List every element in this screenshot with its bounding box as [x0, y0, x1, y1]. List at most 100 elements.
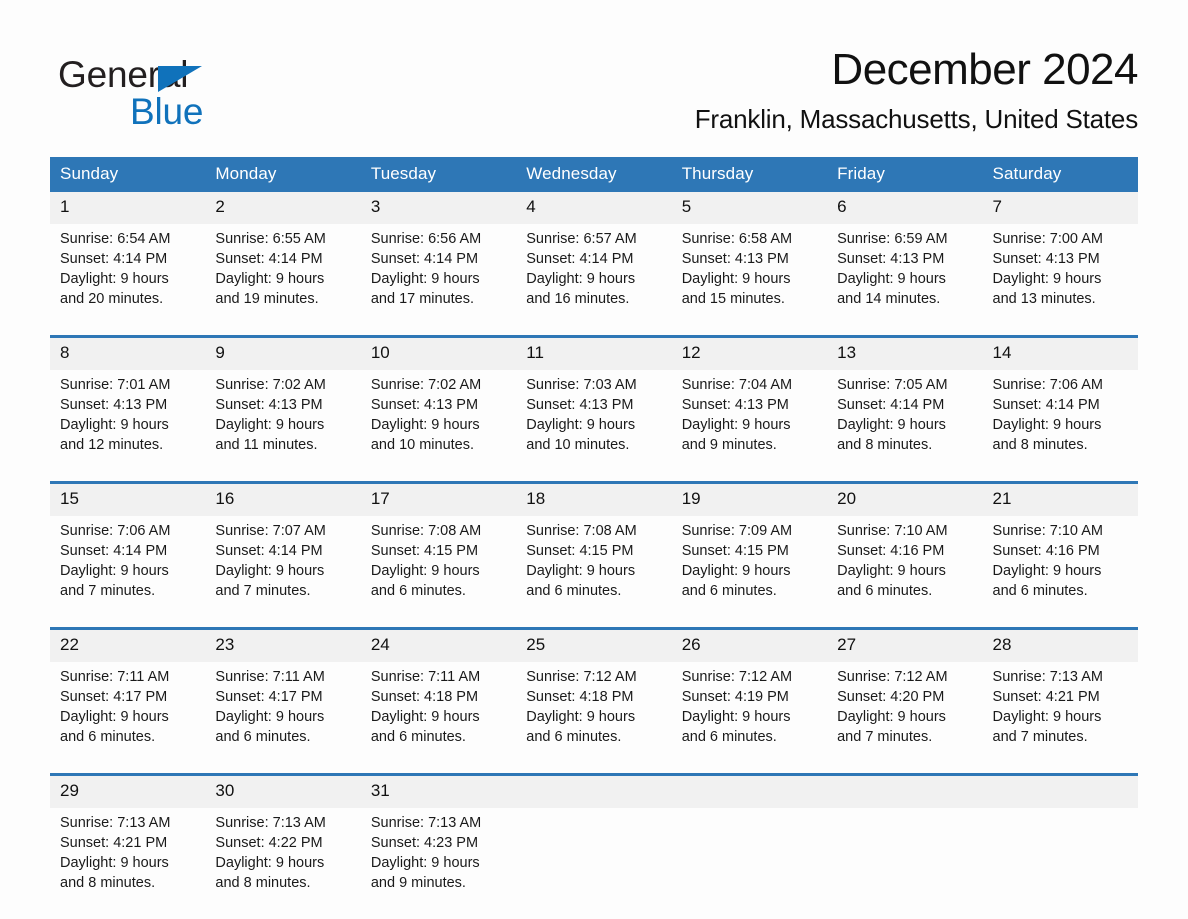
- daylight-text-line2: and 6 minutes.: [992, 583, 1088, 599]
- day-cell[interactable]: Sunrise: 7:12 AM Sunset: 4:18 PM Dayligh…: [516, 662, 672, 775]
- day-number[interactable]: 30: [205, 773, 361, 808]
- day-cell[interactable]: Sunrise: 6:54 AM Sunset: 4:14 PM Dayligh…: [50, 224, 206, 337]
- day-cell[interactable]: Sunrise: 6:58 AM Sunset: 4:13 PM Dayligh…: [671, 224, 828, 337]
- daylight-text-line2: and 6 minutes.: [837, 583, 933, 599]
- page-title: December 2024: [831, 45, 1138, 94]
- day-cell[interactable]: Sunrise: 7:09 AM Sunset: 4:15 PM Dayligh…: [671, 516, 828, 629]
- day-cell[interactable]: Sunrise: 7:11 AM Sunset: 4:17 PM Dayligh…: [50, 662, 206, 775]
- day-cell[interactable]: Sunrise: 7:11 AM Sunset: 4:17 PM Dayligh…: [205, 662, 361, 775]
- day-number-empty: [516, 773, 672, 808]
- sunset-text: Sunset: 4:17 PM: [215, 689, 323, 705]
- day-number[interactable]: 28: [982, 627, 1138, 662]
- day-cell[interactable]: Sunrise: 6:59 AM Sunset: 4:13 PM Dayligh…: [827, 224, 983, 337]
- day-cell[interactable]: Sunrise: 7:12 AM Sunset: 4:19 PM Dayligh…: [671, 662, 828, 775]
- day-number[interactable]: 15: [50, 481, 206, 516]
- daylight-text-line2: and 6 minutes.: [60, 729, 156, 745]
- sunrise-text: Sunrise: 6:56 AM: [370, 231, 482, 247]
- day-number[interactable]: 24: [360, 627, 517, 662]
- day-cell[interactable]: Sunrise: 6:57 AM Sunset: 4:14 PM Dayligh…: [516, 224, 672, 337]
- sunrise-text: Sunrise: 7:05 AM: [837, 377, 948, 393]
- day-cell-empty: [982, 808, 1138, 919]
- day-cell[interactable]: Sunrise: 7:02 AM Sunset: 4:13 PM Dayligh…: [360, 370, 517, 483]
- week-5-detail-row: Sunrise: 7:13 AM Sunset: 4:21 PM Dayligh…: [50, 808, 1138, 919]
- sunrise-text: Sunrise: 6:54 AM: [60, 231, 171, 247]
- generalblue-logo[interactable]: General Blue: [58, 54, 308, 134]
- day-number[interactable]: 2: [205, 192, 361, 224]
- sunrise-text: Sunrise: 6:55 AM: [215, 231, 326, 247]
- day-cell[interactable]: Sunrise: 7:04 AM Sunset: 4:13 PM Dayligh…: [671, 370, 828, 483]
- day-number[interactable]: 17: [360, 481, 517, 516]
- day-cell[interactable]: Sunrise: 7:00 AM Sunset: 4:13 PM Dayligh…: [982, 224, 1138, 337]
- day-number[interactable]: 23: [205, 627, 361, 662]
- day-cell[interactable]: Sunrise: 7:13 AM Sunset: 4:21 PM Dayligh…: [50, 808, 206, 919]
- day-number[interactable]: 13: [827, 335, 983, 370]
- day-cell-empty: [671, 808, 828, 919]
- sunset-text: Sunset: 4:19 PM: [681, 689, 789, 705]
- sunset-text: Sunset: 4:21 PM: [60, 835, 168, 851]
- day-cell[interactable]: Sunrise: 7:11 AM Sunset: 4:18 PM Dayligh…: [360, 662, 517, 775]
- day-cell[interactable]: Sunrise: 7:12 AM Sunset: 4:20 PM Dayligh…: [827, 662, 983, 775]
- day-cell[interactable]: Sunrise: 7:02 AM Sunset: 4:13 PM Dayligh…: [205, 370, 361, 483]
- day-cell[interactable]: Sunrise: 7:10 AM Sunset: 4:16 PM Dayligh…: [827, 516, 983, 629]
- day-cell[interactable]: Sunrise: 7:08 AM Sunset: 4:15 PM Dayligh…: [516, 516, 672, 629]
- day-number[interactable]: 21: [982, 481, 1138, 516]
- day-number[interactable]: 10: [360, 335, 517, 370]
- day-number[interactable]: 18: [516, 481, 672, 516]
- day-number[interactable]: 22: [50, 627, 206, 662]
- day-number[interactable]: 20: [827, 481, 983, 516]
- day-number[interactable]: 7: [982, 192, 1138, 224]
- day-cell[interactable]: Sunrise: 7:13 AM Sunset: 4:23 PM Dayligh…: [360, 808, 517, 919]
- day-number[interactable]: 16: [205, 481, 361, 516]
- daylight-text-line2: and 10 minutes.: [370, 437, 475, 453]
- daylight-text-line1: Daylight: 9 hours: [992, 709, 1102, 725]
- day-number[interactable]: 19: [671, 481, 828, 516]
- day-cell[interactable]: Sunrise: 7:01 AM Sunset: 4:13 PM Dayligh…: [50, 370, 206, 483]
- day-cell[interactable]: Sunrise: 6:56 AM Sunset: 4:14 PM Dayligh…: [360, 224, 517, 337]
- day-cell[interactable]: Sunrise: 7:08 AM Sunset: 4:15 PM Dayligh…: [360, 516, 517, 629]
- weekday-header-saturday: Saturday: [982, 157, 1138, 192]
- sunrise-text: Sunrise: 7:09 AM: [681, 523, 793, 539]
- sunset-text: Sunset: 4:13 PM: [215, 397, 323, 413]
- title-block: December 2024 Franklin, Massachusetts, U…: [378, 44, 1139, 136]
- day-number[interactable]: 11: [516, 335, 672, 370]
- day-cell[interactable]: Sunrise: 7:07 AM Sunset: 4:14 PM Dayligh…: [205, 516, 361, 629]
- day-number[interactable]: 31: [360, 773, 517, 808]
- week-2-detail-row: Sunrise: 7:01 AM Sunset: 4:13 PM Dayligh…: [50, 370, 1138, 483]
- day-number[interactable]: 3: [360, 192, 517, 224]
- sunrise-text: Sunrise: 7:00 AM: [992, 231, 1103, 247]
- day-cell[interactable]: Sunrise: 7:06 AM Sunset: 4:14 PM Dayligh…: [982, 370, 1138, 483]
- day-number[interactable]: 4: [516, 192, 672, 224]
- day-cell[interactable]: Sunrise: 7:05 AM Sunset: 4:14 PM Dayligh…: [827, 370, 983, 483]
- sunset-text: Sunset: 4:23 PM: [370, 835, 479, 851]
- sunrise-text: Sunrise: 7:06 AM: [992, 377, 1103, 393]
- weekday-header-friday: Friday: [827, 157, 983, 192]
- week-1-detail-row: Sunrise: 6:54 AM Sunset: 4:14 PM Dayligh…: [50, 224, 1138, 337]
- day-number[interactable]: 14: [982, 335, 1138, 370]
- day-number[interactable]: 26: [671, 627, 828, 662]
- sunrise-text: Sunrise: 7:12 AM: [681, 669, 793, 685]
- day-cell[interactable]: Sunrise: 7:13 AM Sunset: 4:22 PM Dayligh…: [205, 808, 361, 919]
- day-number[interactable]: 29: [50, 773, 206, 808]
- daylight-text-line2: and 6 minutes.: [370, 583, 466, 599]
- day-number[interactable]: 12: [671, 335, 828, 370]
- sunset-text: Sunset: 4:18 PM: [526, 689, 634, 705]
- day-cell[interactable]: Sunrise: 7:03 AM Sunset: 4:13 PM Dayligh…: [516, 370, 672, 483]
- day-cell[interactable]: Sunrise: 7:10 AM Sunset: 4:16 PM Dayligh…: [982, 516, 1138, 629]
- day-cell[interactable]: Sunrise: 6:55 AM Sunset: 4:14 PM Dayligh…: [205, 224, 361, 337]
- daylight-text-line1: Daylight: 9 hours: [60, 417, 169, 433]
- sunrise-text: Sunrise: 7:08 AM: [370, 523, 482, 539]
- sunrise-text: Sunrise: 7:08 AM: [526, 523, 637, 539]
- day-number[interactable]: 1: [50, 192, 206, 224]
- daylight-text-line1: Daylight: 9 hours: [992, 271, 1102, 287]
- logo-triangle-icon: [158, 66, 202, 92]
- day-number[interactable]: 6: [827, 192, 983, 224]
- day-number[interactable]: 9: [205, 335, 361, 370]
- day-cell[interactable]: Sunrise: 7:06 AM Sunset: 4:14 PM Dayligh…: [50, 516, 206, 629]
- daylight-text-line2: and 7 minutes.: [215, 583, 311, 599]
- day-number[interactable]: 8: [50, 335, 206, 370]
- day-cell[interactable]: Sunrise: 7:13 AM Sunset: 4:21 PM Dayligh…: [982, 662, 1138, 775]
- day-number[interactable]: 5: [671, 192, 828, 224]
- daylight-text-line2: and 6 minutes.: [370, 729, 466, 745]
- day-number[interactable]: 25: [516, 627, 672, 662]
- day-number[interactable]: 27: [827, 627, 983, 662]
